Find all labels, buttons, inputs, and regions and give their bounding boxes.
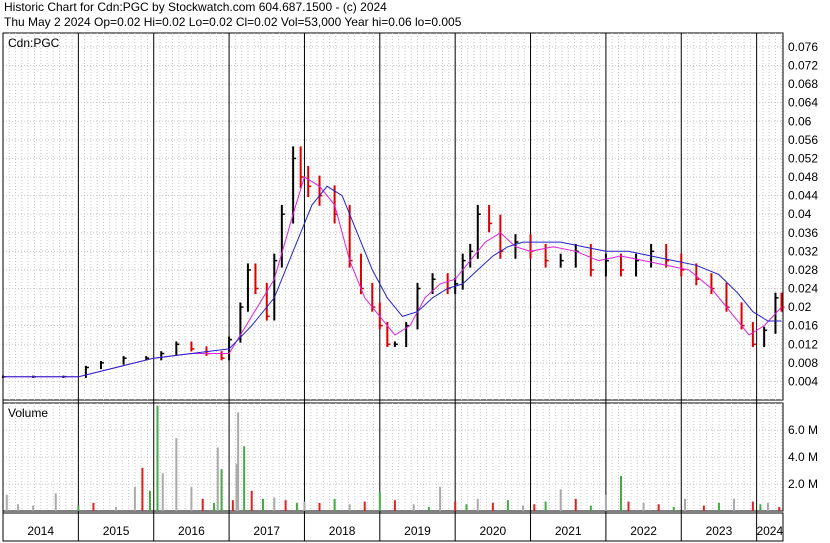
volume-bar xyxy=(412,504,415,511)
price-tick-label: 0.036 xyxy=(788,226,818,240)
volume-bar xyxy=(465,504,468,511)
price-tick-label: 0.048 xyxy=(788,170,818,184)
volume-bar xyxy=(156,405,159,511)
price-tick-label: 0.028 xyxy=(788,263,818,277)
volume-bar xyxy=(175,438,178,511)
volume-bar xyxy=(250,490,253,511)
volume-bar xyxy=(161,473,164,511)
volume-bar xyxy=(318,502,321,511)
volume-bar xyxy=(604,494,607,511)
price-tick-label: 0.012 xyxy=(788,337,818,351)
volume-bar xyxy=(213,502,216,511)
volume-bar xyxy=(141,467,144,511)
volume-tick-label: 6.0 M xyxy=(788,423,818,437)
volume-bar xyxy=(92,502,95,511)
volume-bar xyxy=(54,493,57,511)
price-tick-label: 0.02 xyxy=(788,300,812,314)
price-tick-label: 0.052 xyxy=(788,151,818,165)
volume-bar xyxy=(393,500,396,511)
symbol-label: Cdn:PGC xyxy=(8,36,60,50)
price-tick-label: 0.04 xyxy=(788,207,812,221)
volume-label: Volume xyxy=(8,406,48,420)
volume-bar xyxy=(133,486,136,511)
volume-bar xyxy=(190,486,193,511)
volume-bar xyxy=(717,502,720,511)
volume-bar xyxy=(627,501,630,511)
year-label: 2014 xyxy=(27,524,54,538)
price-tick-label: 0.008 xyxy=(788,356,818,370)
year-label: 2024 xyxy=(756,524,783,538)
price-tick-label: 0.016 xyxy=(788,319,818,333)
price-tick-label: 0.068 xyxy=(788,77,818,91)
year-label: 2022 xyxy=(630,524,657,538)
volume-bar xyxy=(533,504,536,511)
volume-bar xyxy=(506,500,509,511)
volume-bar xyxy=(273,497,276,511)
volume-bar xyxy=(559,489,562,511)
volume-bar xyxy=(454,501,457,511)
volume-bar xyxy=(17,504,20,511)
year-label: 2018 xyxy=(329,524,356,538)
volume-tick-label: 2.0 M xyxy=(788,477,818,491)
price-tick-label: 0.032 xyxy=(788,244,818,258)
volume-bar xyxy=(32,505,35,511)
volume-bar xyxy=(702,505,705,511)
year-label: 2016 xyxy=(178,524,205,538)
volume-bar xyxy=(766,502,769,511)
price-tick-label: 0.064 xyxy=(788,96,818,110)
volume-bar xyxy=(642,502,645,511)
volume-bar xyxy=(522,505,524,511)
volume-bar xyxy=(333,498,336,511)
price-tick-label: 0.076 xyxy=(788,40,818,54)
volume-tick-label: 4.0 M xyxy=(788,450,818,464)
volume-bar xyxy=(378,492,381,511)
volume-bar xyxy=(220,469,223,511)
volume-bar xyxy=(751,501,754,511)
volume-bar xyxy=(295,502,298,511)
volume-bar xyxy=(284,500,287,511)
volume-bar xyxy=(216,447,219,511)
volume-bar xyxy=(684,498,687,511)
volume-bar xyxy=(657,504,660,511)
price-tick-label: 0.072 xyxy=(788,59,818,73)
price-tick-label: 0.024 xyxy=(788,282,818,296)
volume-bar xyxy=(237,412,240,511)
volume-bar xyxy=(672,506,675,511)
volume-bar xyxy=(262,498,264,511)
volume-bar xyxy=(439,486,442,511)
volume-bar xyxy=(491,502,494,511)
volume-bar xyxy=(574,498,577,511)
year-label: 2021 xyxy=(555,524,582,538)
volume-bar xyxy=(427,506,430,511)
year-label: 2023 xyxy=(706,524,733,538)
volume-bar xyxy=(5,494,8,511)
year-label: 2015 xyxy=(103,524,130,538)
volume-bar xyxy=(733,498,736,511)
volume-bar xyxy=(77,505,80,511)
volume-bar xyxy=(476,498,479,511)
volume-bar xyxy=(363,501,366,511)
price-tick-label: 0.044 xyxy=(788,189,818,203)
price-tick-label: 0.004 xyxy=(788,374,818,388)
price-tick-label: 0.056 xyxy=(788,133,818,147)
volume-bar xyxy=(148,490,151,511)
volume-bar xyxy=(348,504,351,511)
volume-bar xyxy=(115,506,118,511)
volume-bar xyxy=(759,504,762,511)
stock-chart: 0.076 0.072 0.068 0.064 0.06 0.056 0.052 0.048 0… xyxy=(2,32,818,542)
volume-bar xyxy=(201,498,204,511)
volume-bar xyxy=(619,475,622,511)
year-label: 2017 xyxy=(253,524,280,538)
volume-bar xyxy=(243,446,246,511)
price-panel xyxy=(2,32,784,401)
volume-bar xyxy=(589,505,592,511)
volume-bar xyxy=(778,506,781,511)
year-label: 2019 xyxy=(404,524,431,538)
price-tick-label: 0.06 xyxy=(788,114,812,128)
volume-bar xyxy=(544,501,547,511)
year-label: 2020 xyxy=(480,524,507,538)
volume-bar xyxy=(231,500,234,511)
volume-bar xyxy=(303,501,306,511)
